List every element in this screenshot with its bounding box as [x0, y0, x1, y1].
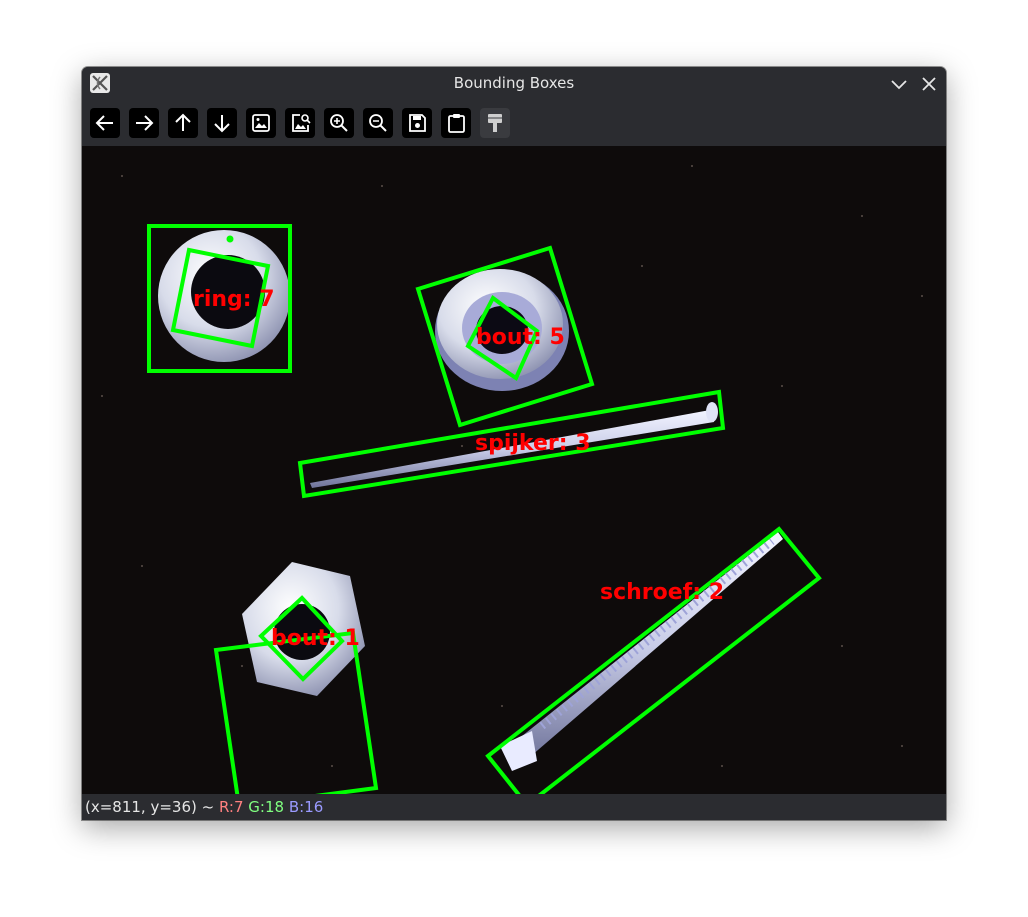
pixel-blue-value: B:16 — [288, 798, 324, 816]
zoom-out-icon — [369, 114, 387, 132]
paint-brush-icon — [488, 114, 502, 132]
pixel-red-value: R:7 — [218, 798, 244, 816]
arrow-left-icon — [95, 115, 113, 131]
cursor-coordinates: (x=811, y=36) ~ — [85, 798, 219, 816]
save-icon — [409, 114, 426, 132]
status-bar: (x=811, y=36) ~ R:7 G:18 B:16 — [82, 794, 946, 820]
close-icon[interactable] — [918, 73, 940, 95]
title-bar[interactable]: Bounding Boxes — [82, 67, 946, 100]
image-viewer-window: Bounding Boxes ring: 7 bout: 5 spijker: … — [82, 67, 946, 820]
label-ring: ring: 7 — [193, 287, 275, 312]
detection-image: ring: 7 bout: 5 spijker: 3 schroef: 2 bo… — [82, 146, 946, 794]
pixel-green-value: G:18 — [248, 798, 285, 816]
zoom-out-button[interactable] — [363, 108, 393, 138]
zoom-in-button[interactable] — [324, 108, 354, 138]
label-nut5: bout: 5 — [476, 325, 565, 350]
zoom-image-button[interactable] — [285, 108, 315, 138]
arrow-down-icon — [214, 115, 230, 133]
image-icon — [252, 114, 270, 132]
copy-to-clipboard-button[interactable] — [441, 108, 471, 138]
label-nut1: bout: 1 — [271, 626, 360, 651]
fit-image-button[interactable] — [246, 108, 276, 138]
label-nail: spijker: 3 — [475, 431, 591, 456]
pan-up-button[interactable] — [168, 108, 198, 138]
ring-centroid-marker — [226, 235, 234, 243]
toolbar — [82, 100, 946, 146]
pan-down-button[interactable] — [207, 108, 237, 138]
arrow-right-icon — [136, 115, 154, 131]
clipboard-icon — [448, 114, 465, 133]
zoom-in-icon — [330, 114, 348, 132]
image-canvas[interactable]: ring: 7 bout: 5 spijker: 3 schroef: 2 bo… — [82, 146, 946, 794]
window-title: Bounding Boxes — [453, 74, 575, 92]
save-button[interactable] — [402, 108, 432, 138]
pan-right-button[interactable] — [129, 108, 159, 138]
pan-left-button[interactable] — [90, 108, 120, 138]
minimize-chevron-icon[interactable] — [888, 73, 910, 95]
label-screw: schroef: 2 — [600, 580, 724, 605]
properties-button[interactable] — [480, 108, 510, 138]
image-search-icon — [292, 114, 311, 132]
arrow-up-icon — [175, 113, 191, 131]
